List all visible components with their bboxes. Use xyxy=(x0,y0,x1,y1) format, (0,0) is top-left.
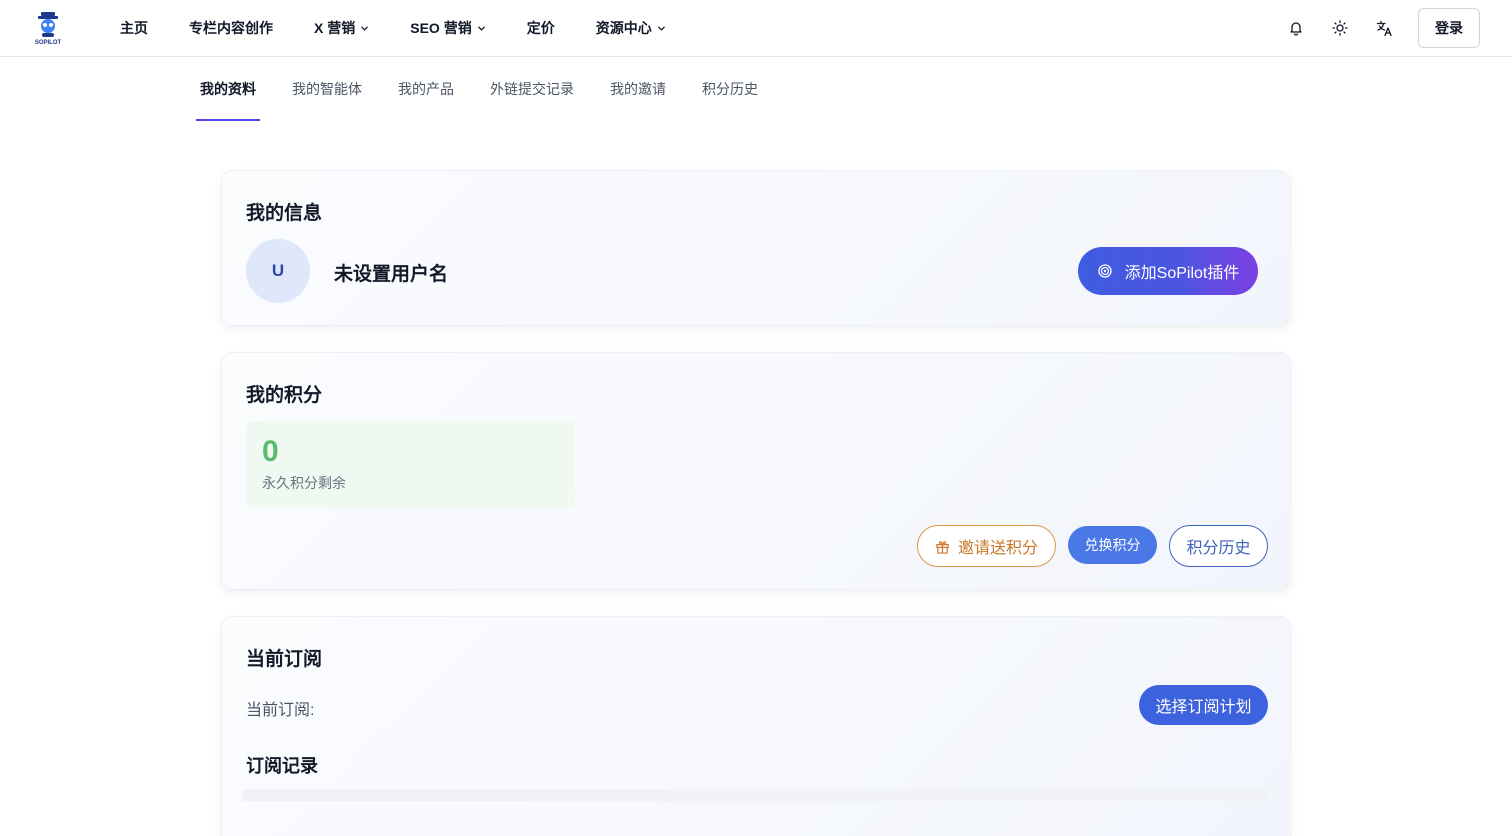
nav-resources[interactable]: 资源中心 xyxy=(596,18,666,38)
nav-column-content-label: 专栏内容创作 xyxy=(189,20,273,36)
nav-home-label: 主页 xyxy=(120,20,148,36)
bell-icon[interactable] xyxy=(1286,18,1306,38)
points-summary: 0 永久积分剩余 xyxy=(246,421,575,508)
nav-pricing[interactable]: 定价 xyxy=(527,18,555,38)
nav-seo-marketing[interactable]: SEO 营销 xyxy=(410,18,485,38)
chevron-down-icon xyxy=(477,26,485,31)
subscription-card: 当前订阅 当前订阅: 选择订阅计划 订阅记录 xyxy=(221,616,1291,836)
avatar: U xyxy=(246,239,310,303)
sopilot-logo[interactable]: SOPILOT xyxy=(30,10,66,46)
current-subscription-label: 当前订阅: xyxy=(246,702,315,719)
points-label: 永久积分剩余 xyxy=(262,475,346,491)
main-nav: 主页 专栏内容创作 X 营销 SEO 营销 定价 资源中心 xyxy=(120,0,707,56)
target-icon xyxy=(1097,264,1112,278)
nav-column-content[interactable]: 专栏内容创作 xyxy=(189,18,273,38)
svg-text:SOPILOT: SOPILOT xyxy=(35,40,62,46)
profile-tabs: 我的资料 我的智能体 我的产品 外链提交记录 我的邀请 积分历史 xyxy=(196,57,790,121)
nav-x-marketing-label: X 营销 xyxy=(314,20,356,36)
login-button[interactable]: 登录 xyxy=(1418,8,1480,48)
subscription-title: 当前订阅 xyxy=(246,649,323,670)
subscription-records-title: 订阅记录 xyxy=(246,756,318,776)
my-points-card: 我的积分 0 永久积分剩余 邀请送积分 兑换积分 积分历史 xyxy=(221,352,1291,590)
nav-pricing-label: 定价 xyxy=(526,20,555,36)
tab-my-invites[interactable]: 我的邀请 xyxy=(606,57,670,121)
header-actions: 登录 xyxy=(1286,0,1480,56)
tab-backlink-records[interactable]: 外链提交记录 xyxy=(486,57,578,121)
nav-seo-marketing-label: SEO 营销 xyxy=(410,20,472,36)
add-plugin-button[interactable]: 添加SoPilot插件 xyxy=(1078,247,1258,295)
nav-x-marketing[interactable]: X 营销 xyxy=(314,18,369,38)
exchange-points-button[interactable]: 兑换积分 xyxy=(1068,526,1157,564)
subscription-records-table xyxy=(242,789,1268,801)
nav-home[interactable]: 主页 xyxy=(120,18,148,38)
my-info-title: 我的信息 xyxy=(246,203,323,224)
chevron-down-icon xyxy=(657,26,665,31)
tab-my-agents[interactable]: 我的智能体 xyxy=(288,57,366,121)
translate-icon[interactable] xyxy=(1374,18,1394,38)
my-info-card: 我的信息 U 未设置用户名 添加SoPilot插件 xyxy=(221,170,1291,326)
invite-for-points-button[interactable]: 邀请送积分 xyxy=(917,525,1056,567)
invite-button-label: 邀请送积分 xyxy=(957,540,1038,557)
gift-icon xyxy=(936,540,949,554)
add-plugin-label: 添加SoPilot插件 xyxy=(1124,265,1240,282)
tab-my-products[interactable]: 我的产品 xyxy=(394,57,458,121)
points-history-button[interactable]: 积分历史 xyxy=(1169,525,1268,567)
tab-my-profile[interactable]: 我的资料 xyxy=(196,57,260,121)
nav-resources-label: 资源中心 xyxy=(595,20,652,36)
choose-plan-button[interactable]: 选择订阅计划 xyxy=(1139,685,1268,725)
username: 未设置用户名 xyxy=(334,264,449,285)
sun-icon[interactable] xyxy=(1330,18,1350,38)
top-navbar: SOPILOT 主页 专栏内容创作 X 营销 SEO 营销 定价 资源中心 登录 xyxy=(0,0,1512,57)
tab-points-history[interactable]: 积分历史 xyxy=(698,57,762,121)
chevron-down-icon xyxy=(361,26,369,31)
my-points-title: 我的积分 xyxy=(246,385,323,406)
points-value: 0 xyxy=(262,435,279,468)
